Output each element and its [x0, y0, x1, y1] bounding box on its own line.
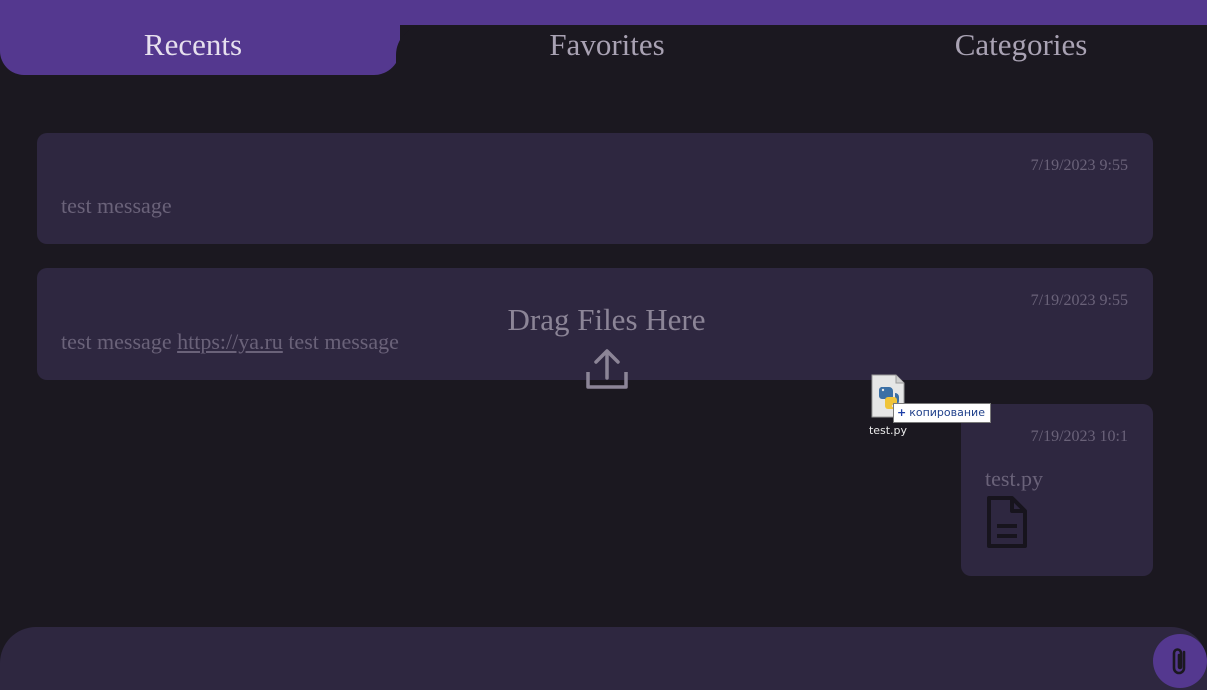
file-message-card[interactable]: 7/19/2023 10:1 test.py — [961, 404, 1153, 576]
message-card[interactable]: 7/19/2023 9:55 test message — [37, 133, 1153, 244]
upload-icon — [586, 349, 628, 389]
message-timestamp: 7/19/2023 9:55 — [1030, 157, 1128, 174]
message-timestamp: 7/19/2023 9:55 — [1030, 292, 1128, 309]
file-name: test.py — [985, 466, 1044, 491]
message-link[interactable]: https://ya.ru — [177, 329, 283, 354]
message-timestamp: 7/19/2023 10:1 — [1030, 428, 1128, 445]
file-document-icon[interactable] — [985, 496, 1029, 548]
tab-favorites[interactable]: Favorites — [414, 25, 800, 65]
message-text: test message https://ya.ru test message — [61, 329, 399, 355]
app-window: Recents Favorites Categories 7/19/2023 9… — [0, 0, 1207, 690]
tabs-bar: Recents Favorites Categories — [0, 0, 1207, 75]
message-input-bar[interactable] — [0, 627, 1207, 690]
plus-icon: + — [897, 406, 907, 419]
drag-file-name: test.py — [868, 424, 908, 437]
tab-recents[interactable]: Recents — [0, 25, 386, 65]
paperclip-icon — [1172, 648, 1186, 675]
message-text-before: test message — [61, 329, 178, 354]
message-text: test message — [61, 193, 172, 218]
tab-categories[interactable]: Categories — [828, 25, 1207, 65]
attach-button[interactable] — [1153, 634, 1207, 688]
copy-tooltip: + копирование — [893, 403, 991, 423]
copy-action-label: копирование — [909, 406, 985, 419]
message-text-after: test message — [282, 329, 399, 354]
drop-zone-title: Drag Files Here — [507, 302, 706, 337]
